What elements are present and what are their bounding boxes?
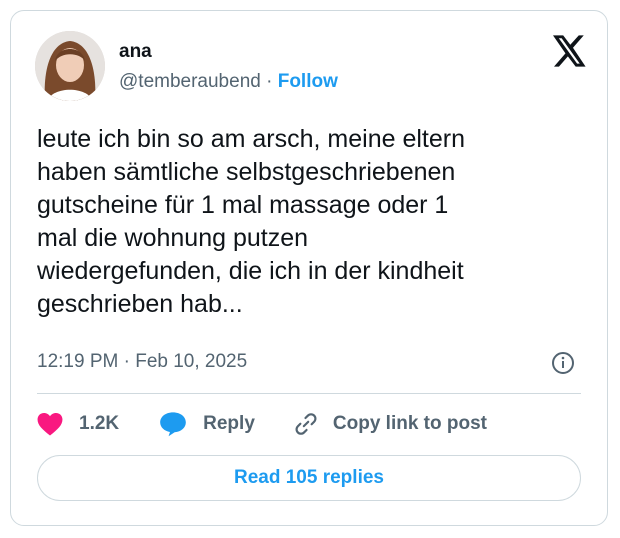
tweet-line: wiedergefunden, die ich in der kindheit — [37, 257, 464, 285]
tweet-line: leute ich bin so am arsch, meine eltern — [37, 125, 465, 153]
tweet-line: mal die wohnung putzen — [37, 224, 309, 252]
reply-button[interactable]: Reply — [159, 411, 293, 437]
like-count: 1.2K — [79, 413, 120, 434]
read-replies-label: Read 105 replies — [234, 467, 384, 488]
author-name[interactable]: ana — [119, 41, 152, 63]
tweet-text: leute ich bin so am arsch, meine eltern … — [37, 123, 585, 321]
like-button[interactable]: 1.2K — [37, 412, 159, 436]
action-bar: 1.2K Reply Copy link to post — [37, 409, 487, 439]
tweet-card: ana @temberaubend · Follow leute ich bin… — [10, 10, 608, 526]
link-icon — [295, 413, 317, 435]
avatar-photo — [35, 31, 105, 101]
author-handle-row: @temberaubend · Follow — [119, 71, 338, 93]
heart-icon — [37, 412, 63, 436]
x-logo-icon[interactable] — [553, 35, 587, 67]
separator-dot: · — [266, 71, 273, 92]
tweet-line: haben sämtliche selbstgeschriebenen — [37, 158, 456, 186]
avatar[interactable] — [35, 31, 105, 101]
copy-link-button[interactable]: Copy link to post — [293, 411, 487, 437]
follow-button[interactable]: Follow — [278, 71, 338, 92]
tweet-line: geschrieben hab... — [37, 290, 243, 318]
tweet-timestamp[interactable]: 12:19 PM · Feb 10, 2025 — [37, 351, 247, 373]
author-handle[interactable]: @temberaubend — [119, 71, 261, 92]
reply-label: Reply — [203, 413, 255, 434]
copy-link-label: Copy link to post — [332, 413, 487, 434]
divider — [37, 393, 581, 394]
tweet-line: gutscheine für 1 mal massage oder 1 — [37, 191, 449, 219]
info-icon[interactable] — [551, 351, 575, 375]
read-replies-button[interactable]: Read 105 replies — [37, 455, 581, 501]
speech-bubble-icon — [160, 412, 186, 437]
